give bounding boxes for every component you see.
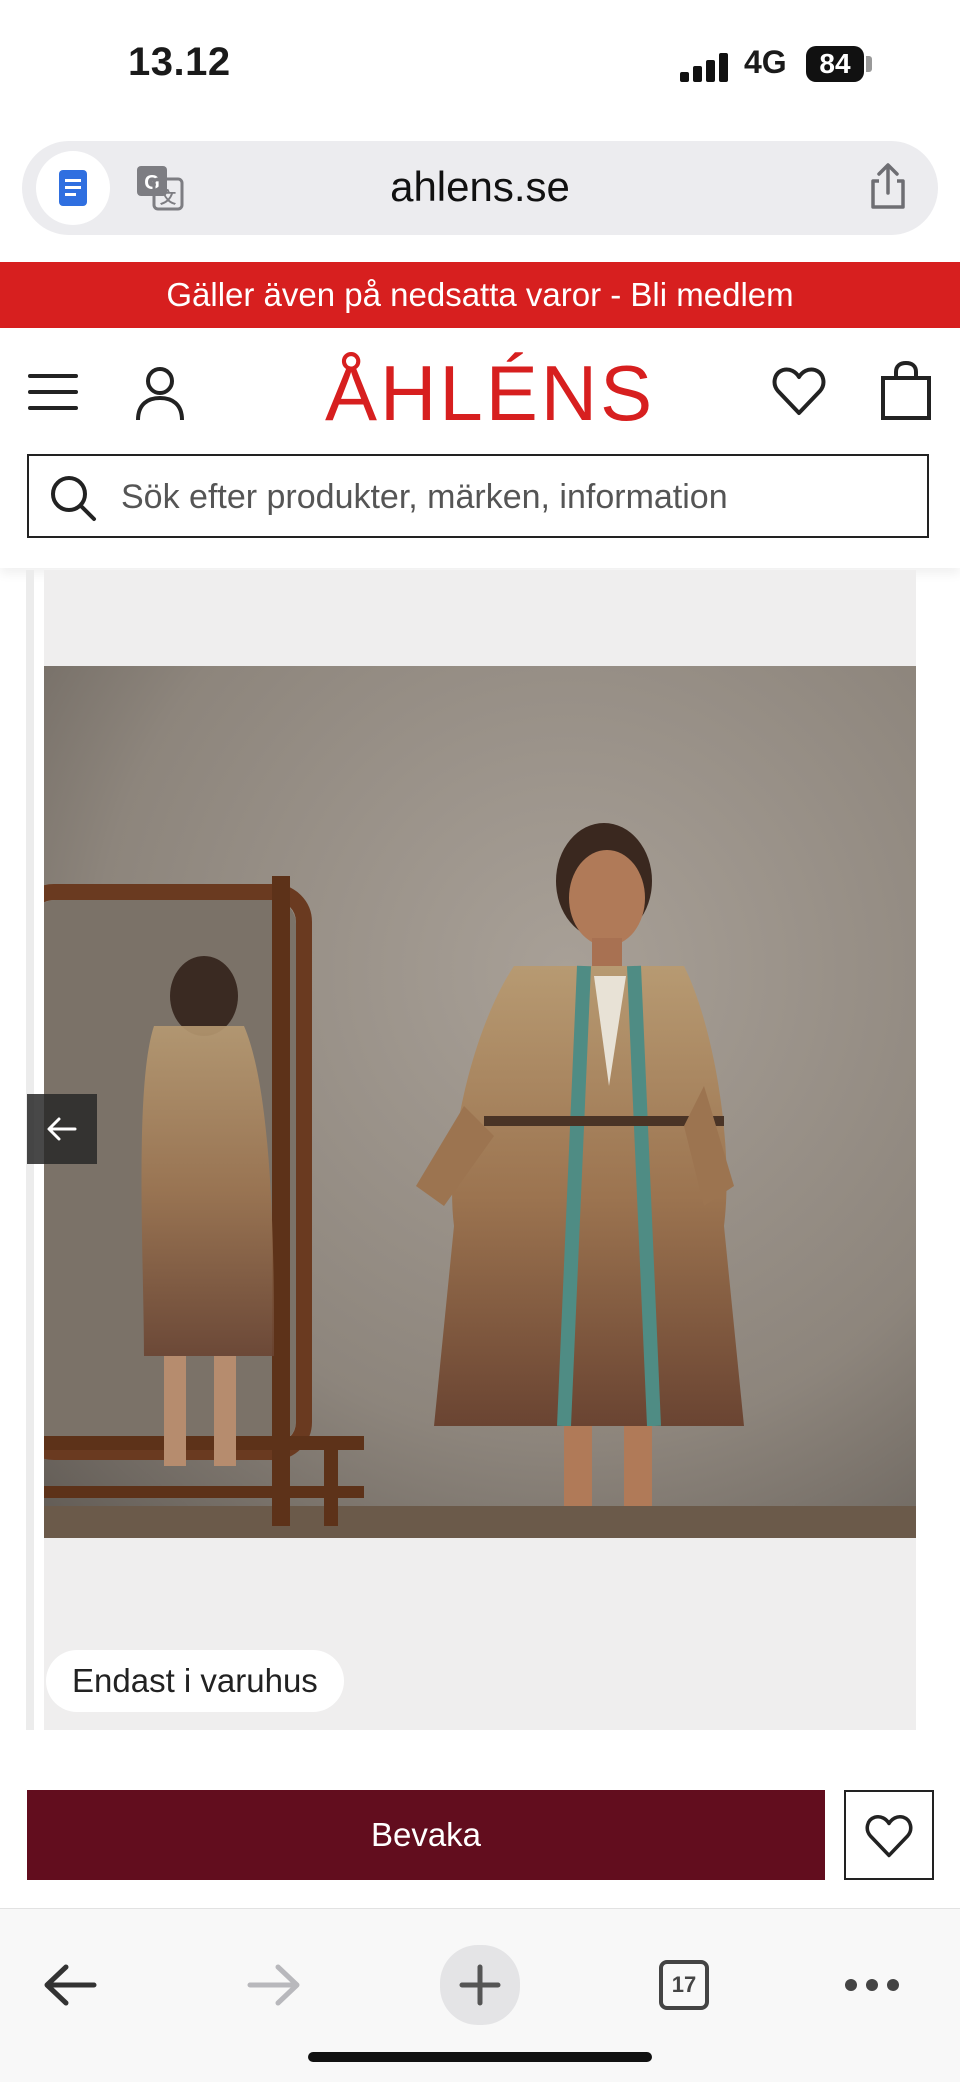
availability-badge: Endast i varuhus bbox=[46, 1650, 344, 1712]
tabs-button[interactable]: 17 bbox=[646, 1947, 722, 2023]
user-icon[interactable] bbox=[132, 364, 188, 424]
search-bar[interactable] bbox=[27, 454, 929, 538]
forward-arrow-icon[interactable] bbox=[236, 1947, 312, 2023]
promo-banner[interactable]: Gäller även på nedsatta varor - Bli medl… bbox=[0, 262, 960, 328]
back-arrow-icon[interactable] bbox=[32, 1947, 108, 2023]
search-icon bbox=[49, 474, 97, 522]
url-text[interactable]: ahlens.se bbox=[22, 163, 938, 211]
heart-icon[interactable] bbox=[770, 362, 828, 420]
watch-button[interactable]: Bevaka bbox=[27, 1790, 825, 1880]
heart-icon bbox=[865, 1815, 913, 1858]
status-bar: 13.12 4G 84 bbox=[0, 0, 960, 130]
tabs-count: 17 bbox=[659, 1960, 709, 2010]
address-bar[interactable]: G文 ahlens.se bbox=[22, 141, 938, 235]
new-tab-button[interactable] bbox=[440, 1945, 520, 2025]
add-to-wishlist-button[interactable] bbox=[844, 1790, 934, 1880]
status-time: 13.12 bbox=[128, 40, 231, 84]
battery-cap bbox=[866, 56, 872, 72]
search-input[interactable] bbox=[119, 456, 913, 538]
plus-icon bbox=[459, 1964, 501, 2006]
arrow-left-icon bbox=[47, 1117, 77, 1141]
hamburger-menu-icon[interactable] bbox=[28, 374, 80, 414]
network-type: 4G bbox=[744, 44, 787, 80]
home-indicator[interactable] bbox=[308, 2052, 652, 2062]
previous-image-button[interactable] bbox=[27, 1094, 97, 1164]
brand-logo[interactable]: ÅHLÉNS bbox=[325, 348, 652, 438]
product-gallery[interactable] bbox=[44, 570, 916, 1730]
cellular-signal-icon bbox=[680, 52, 732, 82]
more-options-icon[interactable] bbox=[834, 1947, 910, 2023]
share-icon[interactable] bbox=[862, 161, 914, 213]
shopping-bag-icon[interactable] bbox=[878, 360, 934, 422]
battery-icon: 84 bbox=[806, 46, 864, 82]
product-image[interactable] bbox=[44, 666, 916, 1538]
site-header: ÅHLÉNS bbox=[0, 328, 960, 568]
